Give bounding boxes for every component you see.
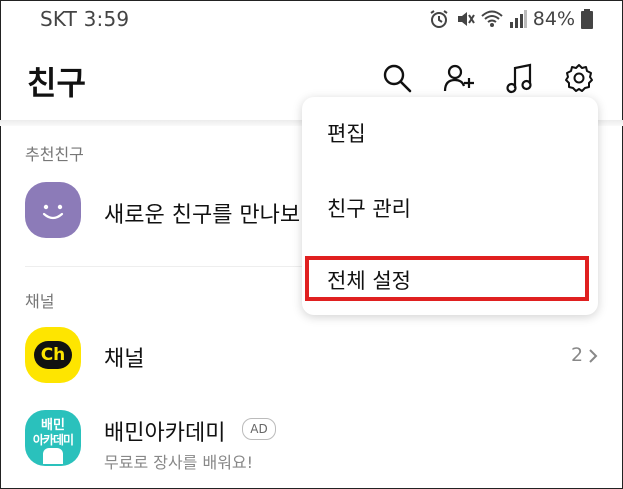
academy-logo-line2: 아카데미 bbox=[32, 433, 74, 447]
channel-logo[interactable]: Ch bbox=[25, 327, 81, 383]
channel-logo-bubble: Ch bbox=[34, 341, 72, 369]
carrier-time: SKT 3:59 bbox=[40, 7, 130, 31]
mute-icon bbox=[455, 9, 475, 29]
status-bar: SKT 3:59 84% bbox=[0, 0, 623, 38]
recommend-item-label[interactable]: 새로운 친구를 만나보 bbox=[104, 197, 300, 229]
alarm-icon bbox=[429, 9, 449, 29]
highlight-box bbox=[305, 256, 589, 301]
wifi-icon bbox=[481, 9, 503, 29]
add-friend-icon[interactable] bbox=[443, 62, 475, 94]
channel-item-label[interactable]: 채널 bbox=[104, 341, 144, 373]
avatar[interactable] bbox=[25, 182, 81, 238]
section-label-channel: 채널 bbox=[25, 292, 55, 311]
academy-title[interactable]: 배민아카데미 bbox=[104, 415, 225, 447]
academy-logo[interactable]: 배민 아카데미 bbox=[25, 410, 81, 466]
signal-icon bbox=[509, 10, 527, 28]
music-icon[interactable] bbox=[504, 62, 536, 94]
menu-item-manage-friends[interactable]: 친구 관리 bbox=[302, 178, 598, 238]
battery-icon bbox=[581, 9, 593, 29]
section-label-recommend: 추천친구 bbox=[25, 145, 84, 164]
academy-subtitle: 무료로 장사를 배워요! bbox=[104, 453, 254, 472]
ad-badge: AD bbox=[242, 418, 276, 440]
settings-icon[interactable] bbox=[563, 62, 595, 94]
menu-item-edit-label: 편집 bbox=[327, 122, 366, 146]
smile-icon bbox=[42, 204, 64, 220]
chevron-right-icon[interactable] bbox=[587, 347, 599, 365]
status-icons: 84% bbox=[429, 7, 593, 31]
channel-count: 2 bbox=[571, 344, 584, 366]
page-title: 친구 bbox=[27, 64, 86, 102]
search-icon[interactable] bbox=[381, 62, 413, 94]
academy-figure-icon bbox=[43, 448, 63, 464]
battery-percent: 84% bbox=[532, 8, 575, 30]
menu-item-manage-friends-label: 친구 관리 bbox=[327, 197, 411, 221]
menu-item-edit[interactable]: 편집 bbox=[302, 103, 598, 163]
